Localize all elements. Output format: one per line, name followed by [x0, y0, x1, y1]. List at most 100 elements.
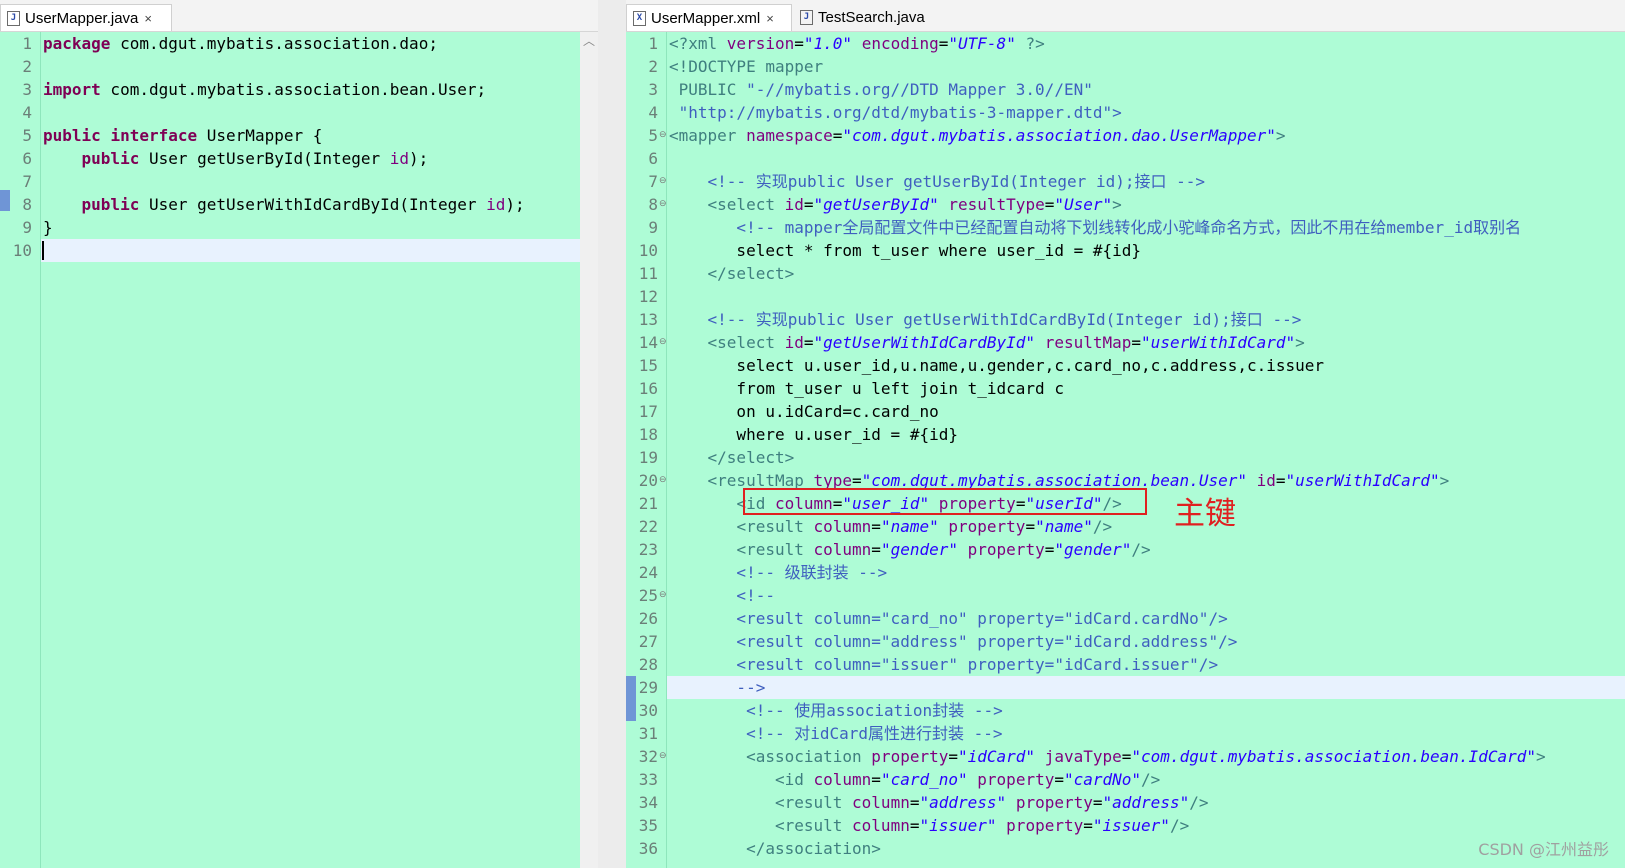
code-line: public User getUserById(Integer id);: [43, 147, 429, 170]
code-token: <!-- 级联封装 -->: [669, 563, 888, 582]
fold-toggle-icon[interactable]: ⊖: [659, 590, 667, 599]
code-token: =: [1083, 816, 1093, 835]
code-token: ?>: [1015, 34, 1045, 53]
code-token: <result: [736, 517, 814, 536]
code-line: <select id="getUserById" resultType="Use…: [669, 193, 1122, 216]
left-tab-bar: J UserMapper.java ×: [0, 0, 598, 32]
code-token: public: [81, 149, 140, 168]
line-number: 10: [12, 241, 32, 260]
tab-label: UserMapper.java: [25, 9, 139, 27]
java-file-icon: J: [800, 10, 813, 25]
code-token: "1.0": [803, 34, 853, 53]
code-token: PUBLIC: [669, 80, 747, 99]
code-token: >: [1295, 333, 1305, 352]
line-number: 2: [22, 57, 32, 76]
tab-usermapper-xml[interactable]: X UserMapper.xml ×: [626, 4, 792, 31]
line-number: 32: [638, 747, 658, 766]
fold-toggle-icon[interactable]: ⊖: [659, 337, 667, 346]
line-number: 4: [648, 103, 658, 122]
line-number: 16: [638, 379, 658, 398]
close-icon[interactable]: ×: [144, 11, 152, 26]
line-number: 1: [648, 34, 658, 53]
code-line: <result column="issuer" property="idCard…: [669, 653, 1218, 676]
xml-editor-pane: X UserMapper.xml × J TestSearch.java 1 <?…: [626, 0, 1625, 868]
line-number: 23: [638, 540, 658, 559]
code-line: <!-- mapper全局配置文件中已经配置自动将下划线转化成小驼峰命名方式，因…: [669, 216, 1521, 239]
fold-toggle-icon[interactable]: ⊖: [659, 176, 667, 185]
xml-code-area[interactable]: 1 <?xml version="1.0" encoding="UTF-8" ?>…: [626, 32, 1625, 868]
code-line: <id column="card_no" property="cardNo"/>: [669, 768, 1160, 791]
text-caret: [42, 241, 44, 260]
line-number: 19: [638, 448, 658, 467]
code-line: <!--: [669, 584, 775, 607]
close-icon[interactable]: ×: [766, 11, 774, 26]
java-file-icon: J: [7, 10, 20, 26]
code-token: <!-- 实现public User getUserById(Integer i…: [669, 172, 1206, 191]
code-line: import com.dgut.mybatis.association.bean…: [43, 78, 486, 101]
fold-toggle-icon[interactable]: ⊖: [659, 130, 667, 139]
code-token: "name": [1035, 517, 1093, 536]
editor-splitter[interactable]: [598, 0, 626, 868]
code-token: -->: [669, 678, 766, 697]
code-token: namespace: [746, 126, 833, 145]
code-token: "http://mybatis.org/dtd/mybatis-3-mapper…: [669, 103, 1122, 122]
line-number: 31: [638, 724, 658, 743]
code-token: "address": [1102, 793, 1190, 812]
line-number: 15: [638, 356, 658, 375]
code-line: package com.dgut.mybatis.association.dao…: [43, 32, 438, 55]
code-token: <result column="address" property="idCar…: [669, 632, 1238, 651]
code-token: =: [1054, 770, 1064, 789]
line-number: 6: [648, 149, 658, 168]
code-line: where u.user_id = #{id}: [669, 423, 958, 446]
code-token: column: [852, 793, 910, 812]
code-token: </select>: [707, 448, 795, 467]
code-token: "idCard": [958, 747, 1036, 766]
code-token: <!-- 实现public User getUserWithIdCardById…: [669, 310, 1302, 329]
code-token: "cardNo": [1063, 770, 1142, 789]
code-token: import: [43, 80, 101, 99]
tab-usermapper-java[interactable]: J UserMapper.java ×: [0, 4, 172, 31]
fold-toggle-icon[interactable]: ⊖: [659, 199, 667, 208]
line-number: 11: [638, 264, 658, 283]
fold-toggle-icon[interactable]: ⊖: [659, 475, 667, 484]
code-token: "issuer": [1092, 816, 1170, 835]
line-number: 9: [22, 218, 32, 237]
code-token: select u.user_id,u.name,u.gender,c.card_…: [669, 356, 1325, 375]
line-number: 17: [638, 402, 658, 421]
line-number: 35: [638, 816, 658, 835]
code-line: <result column="address" property="idCar…: [669, 630, 1237, 653]
code-token: package: [43, 34, 111, 53]
code-token: </select>: [707, 264, 795, 283]
line-number: 12: [638, 287, 658, 306]
fold-toggle-icon[interactable]: ⊖: [659, 751, 667, 760]
code-token: property: [967, 540, 1045, 559]
code-line: on u.idCard=c.card_no: [669, 400, 938, 423]
code-line: <result column="gender" property="gender…: [669, 538, 1150, 561]
java-code-area[interactable]: 1 package com.dgut.mybatis.association.da…: [0, 32, 598, 868]
code-line: PUBLIC "-//mybatis.org//DTD Mapper 3.0//…: [669, 78, 1093, 101]
code-line: <!-- 实现public User getUserById(Integer i…: [669, 170, 1205, 193]
line-number: 28: [638, 655, 658, 674]
line-number: 29: [638, 678, 658, 697]
code-token: <select: [707, 333, 785, 352]
code-line: </select>: [669, 262, 795, 285]
line-number: 7: [22, 172, 32, 191]
code-token: resultType: [948, 195, 1045, 214]
code-line: select u.user_id,u.name,u.gender,c.card_…: [669, 354, 1324, 377]
vertical-scrollbar[interactable]: ︿: [580, 32, 598, 868]
code-token: "gender": [1054, 540, 1132, 559]
tab-testsearch-java[interactable]: J TestSearch.java: [794, 4, 944, 31]
code-token: "getUserById": [813, 195, 939, 214]
line-number: 30: [638, 701, 658, 720]
code-line: <!-- 级联封装 -->: [669, 561, 887, 584]
chevron-up-icon[interactable]: ︿: [583, 32, 595, 49]
